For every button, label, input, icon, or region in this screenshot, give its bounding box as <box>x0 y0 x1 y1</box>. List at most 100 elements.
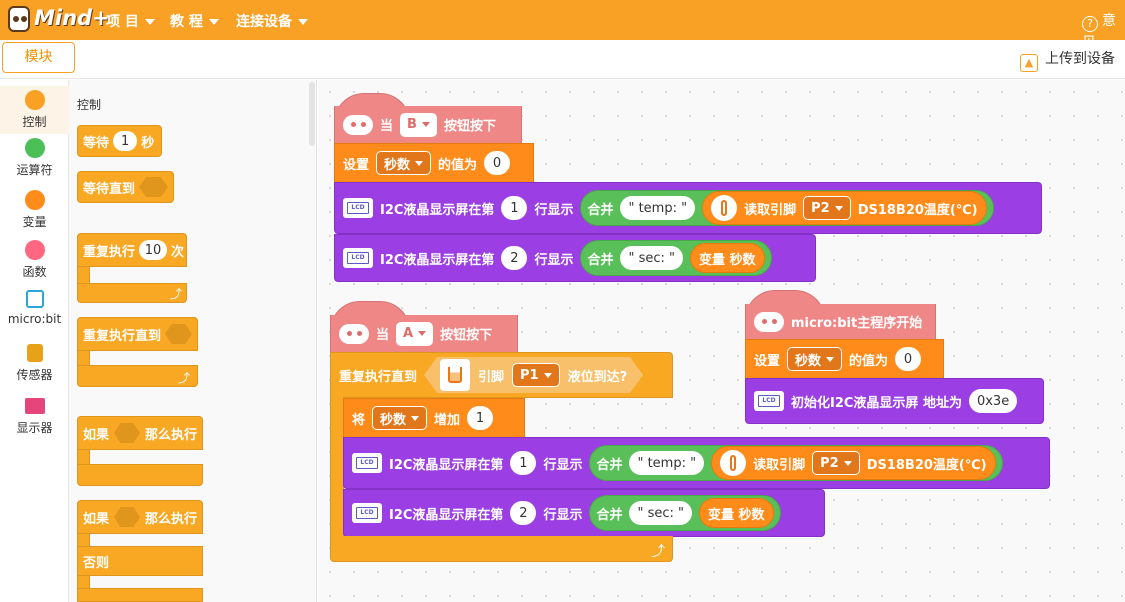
change-variable-block[interactable]: 将 秒数 增加 1 <box>343 398 525 438</box>
variable-dropdown[interactable]: 秒数 <box>787 347 843 371</box>
palette-wait-until-block[interactable]: 等待直到 <box>77 171 174 203</box>
tab-modules[interactable]: 模块 <box>2 42 75 73</box>
operators-category-icon <box>24 138 45 158</box>
lcd-print-line2-block[interactable]: LCD I2C液晶显示屏在第 2 行显示 合并 " sec: " 变量 秒数 <box>334 234 816 282</box>
pin-dropdown[interactable]: P2 <box>803 196 851 220</box>
join-block[interactable]: 合并 " sec: " 变量 秒数 <box>589 495 781 531</box>
sensor-icon <box>26 344 43 362</box>
category-sensors[interactable]: 传感器 <box>0 344 69 383</box>
lcd-print-line1-block[interactable]: LCD I2C液晶显示屏在第 1 行显示 合并 " temp: " 读取引脚 P… <box>334 182 1042 234</box>
condition-slot[interactable] <box>139 177 168 197</box>
block-text: 当 <box>376 328 390 343</box>
join-block[interactable]: 合并 " temp: " 读取引脚 P2 DS18B20温度(℃) <box>589 445 1003 481</box>
block-text: 增加 <box>434 412 461 428</box>
palette-section-title: 控制 <box>77 98 102 112</box>
button-dropdown[interactable]: A <box>396 321 434 346</box>
join-block[interactable]: 合并 " sec: " 变量 秒数 <box>580 240 772 276</box>
category-variables[interactable]: 变量 <box>0 190 69 230</box>
category-display[interactable]: 显示器 <box>0 398 69 436</box>
line-number-input[interactable]: 1 <box>510 451 537 475</box>
repeat-until-block-head[interactable]: 重复执行直到 <box>77 317 198 351</box>
block-text: 次 <box>171 244 185 260</box>
condition-slot[interactable] <box>114 507 140 527</box>
value-input[interactable]: 0 <box>895 347 922 371</box>
category-microbit[interactable]: micro:bit <box>0 290 69 326</box>
condition-slot[interactable] <box>165 324 192 344</box>
repeat-until-block-arm <box>77 350 90 366</box>
chevron-down-icon <box>543 372 552 378</box>
repeat-block-head[interactable]: 重复执行 10 次 <box>77 233 187 267</box>
wait-value-input[interactable]: 1 <box>113 131 138 151</box>
microbit-main-start-block[interactable]: micro:bit主程序开始 <box>745 304 936 340</box>
string-input[interactable]: " temp: " <box>620 196 696 220</box>
block-text: I2C液晶显示屏在第 <box>380 252 495 268</box>
set-variable-block[interactable]: 设置 秒数 的值为 0 <box>745 339 944 379</box>
variables-category-icon <box>24 190 45 210</box>
menu-tutorial[interactable]: 教 程 <box>170 11 219 31</box>
menu-project[interactable]: 项 目 <box>106 11 155 31</box>
line-number-input[interactable]: 2 <box>501 246 528 270</box>
lcd-icon: LCD <box>343 198 373 218</box>
block-text: 行显示 <box>543 507 583 523</box>
category-operators[interactable]: 运算符 <box>0 138 69 178</box>
water-level-condition[interactable]: 引脚 P1 液位到达? <box>424 357 644 393</box>
pin-dropdown[interactable]: P2 <box>812 451 860 475</box>
app-logo-text: Mind+ <box>34 6 110 30</box>
if-else-block-arm2 <box>77 575 90 589</box>
line-number-input[interactable]: 2 <box>510 501 537 525</box>
if-else-block-head[interactable]: 如果 那么执行 <box>77 500 203 534</box>
lcd-init-block[interactable]: LCD 初始化I2C液晶显示屏 地址为 0x3e <box>745 378 1044 424</box>
toolbar <box>0 40 1125 79</box>
block-text: 按钮按下 <box>440 328 493 343</box>
string-input[interactable]: " sec: " <box>629 501 692 525</box>
block-text: I2C液晶显示屏在第 <box>389 457 504 473</box>
button-dropdown[interactable]: B <box>400 112 437 137</box>
block-text: 设置 <box>343 157 370 173</box>
block-text: 的值为 <box>849 353 889 369</box>
loop-arrow-icon: ⤴ <box>651 544 665 560</box>
if-then-block-foot <box>77 464 203 486</box>
thermometer-icon <box>711 195 738 221</box>
read-temperature-block[interactable]: 读取引脚 P2 DS18B20温度(℃) <box>711 446 996 480</box>
palette-wait-block[interactable]: 等待 1 秒 <box>77 125 162 157</box>
join-block[interactable]: 合并 " temp: " 读取引脚 P2 DS18B20温度(℃) <box>580 190 994 226</box>
read-temperature-block[interactable]: 读取引脚 P2 DS18B20温度(℃) <box>702 191 987 225</box>
block-text: 合并 <box>596 457 623 473</box>
block-text: 否则 <box>83 555 110 571</box>
repeat-block-foot <box>330 536 673 562</box>
value-input[interactable]: 0 <box>484 151 511 175</box>
category-functions[interactable]: 函数 <box>0 240 69 280</box>
variable-reporter[interactable]: 变量 秒数 <box>699 498 774 528</box>
variable-dropdown[interactable]: 秒数 <box>376 151 432 175</box>
menu-connect-device[interactable]: 连接设备 <box>236 11 308 31</box>
condition-slot[interactable] <box>114 423 140 443</box>
loop-arrow-icon: ⤴ <box>170 287 183 301</box>
block-text: DS18B20温度(℃) <box>857 202 978 218</box>
category-control[interactable]: 控制 <box>0 86 69 134</box>
string-input[interactable]: " temp: " <box>629 451 705 475</box>
variable-reporter[interactable]: 变量 秒数 <box>690 243 765 273</box>
value-input[interactable]: 1 <box>467 406 494 430</box>
when-button-b-pressed-block[interactable]: 当 B 按钮按下 <box>334 106 522 144</box>
block-text: 重复执行直到 <box>339 369 418 385</box>
variable-dropdown[interactable]: 秒数 <box>372 406 428 430</box>
string-input[interactable]: " sec: " <box>620 246 683 270</box>
upload-to-device-button[interactable]: ▲ 上传到设备 <box>1020 48 1115 72</box>
when-button-a-pressed-block[interactable]: 当 A 按钮按下 <box>330 315 518 353</box>
set-variable-block[interactable]: 设置 秒数 的值为 0 <box>334 143 534 183</box>
line-number-input[interactable]: 1 <box>501 196 528 220</box>
repeat-count-input[interactable]: 10 <box>139 240 168 260</box>
if-then-block-head[interactable]: 如果 那么执行 <box>77 416 203 450</box>
lcd-icon: LCD <box>754 391 784 411</box>
pin-dropdown[interactable]: P1 <box>512 363 560 387</box>
block-text: 液位到达? <box>567 369 628 385</box>
repeat-until-block[interactable]: 重复执行直到 引脚 P1 液位到达? <box>330 352 673 398</box>
lcd-print-line1-block[interactable]: LCD I2C液晶显示屏在第 1 行显示 合并 " temp: " 读取引脚 P… <box>343 437 1050 489</box>
chevron-down-icon <box>411 415 420 421</box>
palette-scrollbar[interactable] <box>309 82 315 146</box>
block-text: 如果 <box>83 427 110 443</box>
upload-icon: ▲ <box>1020 54 1038 72</box>
address-input[interactable]: 0x3e <box>968 389 1018 413</box>
block-text: 将 <box>352 412 366 428</box>
lcd-print-line2-block[interactable]: LCD I2C液晶显示屏在第 2 行显示 合并 " sec: " 变量 秒数 <box>343 489 825 537</box>
